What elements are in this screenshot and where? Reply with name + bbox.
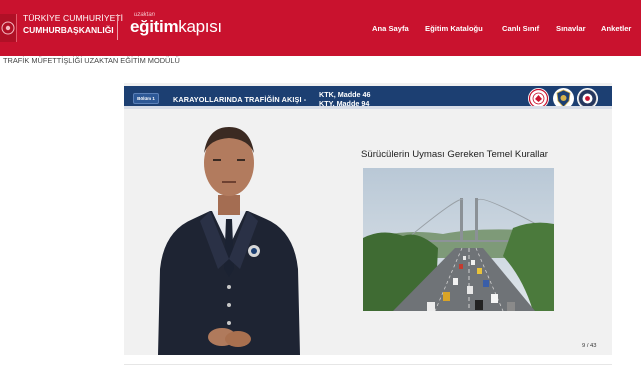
slide-banner-title: KARAYOLLARINDA TRAFİĞİN AKIŞI - [173, 95, 307, 104]
main-navigation: Ana Sayfa Eğitim Kataloğu Canlı Sınıf Sı… [0, 24, 641, 38]
nav-exams[interactable]: Sınavlar [556, 24, 586, 33]
breadcrumb: TRAFİK MÜFETTİŞLİĞİ UZAKTAN EĞİTİM MODÜL… [3, 56, 180, 65]
highway-bridge-photo [363, 168, 554, 311]
section-chip: Bölüm 1 [133, 93, 159, 104]
presidency-title-line1: TÜRKİYE CUMHURİYETİ [23, 13, 124, 23]
player-bottom-divider [124, 364, 612, 365]
nav-surveys[interactable]: Anketler [601, 24, 631, 33]
video-player[interactable]: Bölüm 1 KARAYOLLARINDA TRAFİĞİN AKIŞI - … [124, 83, 612, 355]
slide-heading: Sürücülerin Uyması Gereken Temel Kuralla… [361, 149, 548, 160]
nav-catalog[interactable]: Eğitim Kataloğu [425, 24, 483, 33]
top-header-bar: TÜRKİYE CUMHURİYETİ CUMHURBAŞKANLIĞI uza… [0, 0, 641, 56]
slide-page-counter: 9 / 43 [582, 343, 597, 349]
nav-live-class[interactable]: Canlı Sınıf [502, 24, 539, 33]
nav-home[interactable]: Ana Sayfa [372, 24, 409, 33]
slide-ref-ktk: KTK, Madde 46 [319, 90, 371, 99]
banner-underline [124, 106, 612, 109]
police-instructor-figure [148, 119, 310, 355]
